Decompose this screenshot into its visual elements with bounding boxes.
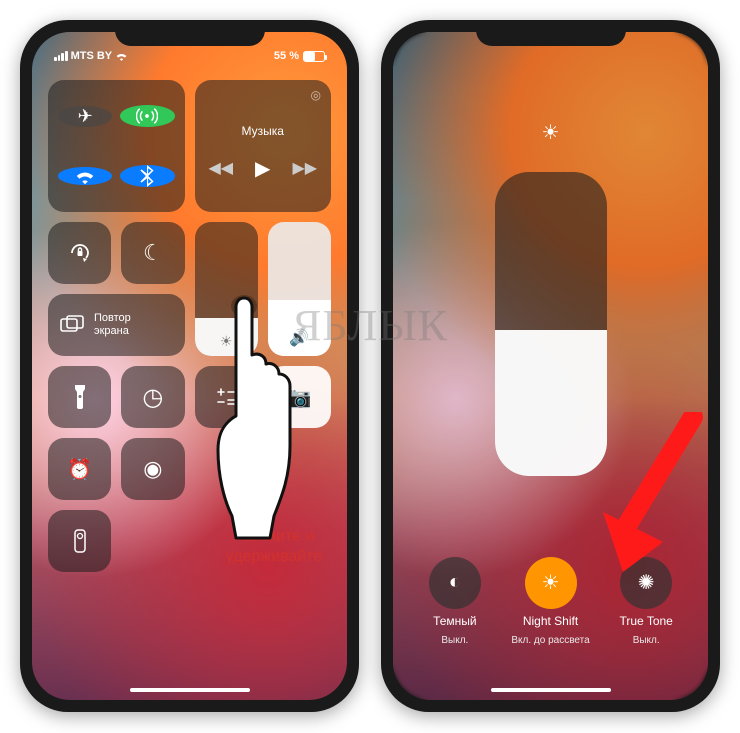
dark-mode-icon: ◐ [429,557,481,609]
brightness-fill: ☀︎ [195,318,258,356]
volume-slider[interactable]: 🔊 [268,222,331,356]
night-shift-label: Night Shift [523,615,578,629]
brightness-icon: ☀︎ [220,333,233,350]
true-tone-button[interactable]: ✺ True Tone Выкл. [598,557,694,646]
wifi-toggle[interactable] [58,167,112,185]
brightness-options-row: ◐ Темный Выкл. ☀︎ Night Shift Вкл. до ра… [393,557,708,646]
cellular-icon [136,105,158,127]
timer-button[interactable]: ◷ [121,366,184,428]
brightness-icon: ☀︎ [542,120,560,145]
night-shift-button[interactable]: ☀︎ Night Shift Вкл. до рассвета [503,557,599,646]
airplane-icon: ✈︎ [78,106,93,127]
brightness-fill [495,330,607,476]
alarm-button[interactable]: ⏰ [48,438,111,500]
flashlight-button[interactable] [48,366,111,428]
music-play-button[interactable]: ▶ [255,156,270,181]
screen-mirroring-button[interactable]: Повтор экрана [48,294,185,356]
status-bar: MTS BY 55 % [32,42,347,70]
music-prev-button[interactable]: ◀◀ [208,158,233,178]
flashlight-icon [73,385,87,409]
phone-right: ☀︎ ◐ Темный Выкл. ☀︎ Night Shift Вкл. до… [381,20,720,712]
true-tone-label: True Tone [619,615,672,629]
music-next-button[interactable]: ▶▶ [292,158,317,178]
screen-control-center: MTS BY 55 % ✈︎ [32,32,347,700]
cellular-signal-icon [54,51,68,61]
true-tone-status: Выкл. [633,635,660,647]
screen-record-button[interactable]: ◉ [121,438,184,500]
orientation-lock-icon [68,241,92,265]
camera-icon: 📷 [287,385,312,410]
alarm-icon: ⏰ [67,457,92,482]
music-widget[interactable]: ◎ Музыка ◀◀ ▶ ▶▶ [195,80,332,212]
wifi-icon [74,167,96,185]
screen-mirror-icon [60,315,84,335]
notch [115,20,265,46]
calculator-icon [215,386,237,408]
carrier-label: MTS BY [71,50,113,62]
moon-icon: ☾ [143,240,163,266]
screen-brightness-detail: ☀︎ ◐ Темный Выкл. ☀︎ Night Shift Вкл. до… [393,32,708,700]
battery-percent: 55 % [274,50,299,62]
volume-icon: 🔊 [289,328,309,348]
remote-button[interactable] [48,510,111,572]
home-indicator[interactable] [130,688,250,692]
night-shift-icon: ☀︎ [525,557,577,609]
bluetooth-toggle[interactable] [120,165,174,187]
timer-icon: ◷ [142,383,163,412]
home-indicator[interactable] [491,688,611,692]
phone-left: MTS BY 55 % ✈︎ [20,20,359,712]
record-icon: ◉ [143,456,162,482]
dark-mode-button[interactable]: ◐ Темный Выкл. [407,557,503,646]
dark-mode-status: Выкл. [441,635,468,647]
volume-fill: 🔊 [268,300,331,356]
camera-button[interactable]: 📷 [268,366,331,428]
airplane-mode-toggle[interactable]: ✈︎ [58,106,112,127]
night-shift-status: Вкл. до рассвета [511,635,589,647]
connectivity-group[interactable]: ✈︎ [48,80,185,212]
orientation-lock-toggle[interactable] [48,222,111,284]
true-tone-icon: ✺ [620,557,672,609]
remote-icon [74,529,86,553]
calculator-button[interactable] [195,366,258,428]
screen-mirror-label: Повтор экрана [94,312,131,337]
battery-icon [303,51,325,62]
do-not-disturb-toggle[interactable]: ☾ [121,222,184,284]
music-label: Музыка [242,124,284,138]
cellular-data-toggle[interactable] [120,105,174,127]
wifi-icon [115,51,128,61]
airplay-icon[interactable]: ◎ [311,88,321,102]
bluetooth-icon [140,165,154,187]
notch [476,20,626,46]
press-hold-annotation: Нажмите иудерживайте [204,527,344,567]
control-center-grid: ✈︎ ◎ Музыка ◀◀ ▶ [48,80,331,674]
brightness-slider[interactable]: ☀︎ [195,222,258,356]
brightness-slider-expanded[interactable] [495,172,607,476]
dark-mode-label: Темный [433,615,477,629]
